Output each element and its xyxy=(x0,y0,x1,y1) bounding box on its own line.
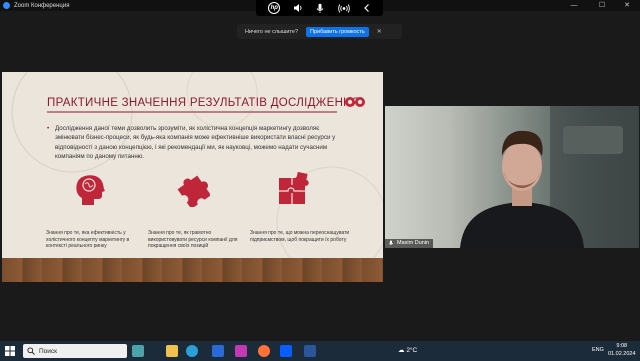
zoom-logo-icon xyxy=(3,2,10,9)
firefox-icon[interactable] xyxy=(258,345,270,357)
window-title: Zoom Конференция xyxy=(14,2,70,9)
puzzle-square-icon xyxy=(279,171,309,204)
slide-wood-floor xyxy=(2,258,383,282)
edge-browser-icon[interactable] xyxy=(186,345,198,357)
increase-volume-button[interactable]: Прибавить громкость xyxy=(306,26,369,37)
slide-title: ПРАКТИЧНЕ ЗНАЧЕННЯ РЕЗУЛЬТАТІВ ДОСЛІДЖЕН… xyxy=(47,97,361,109)
app-icon[interactable] xyxy=(235,345,247,357)
lighthouse-widget-icon[interactable] xyxy=(132,345,144,357)
participant-image xyxy=(460,106,639,248)
close-window-button[interactable]: ✕ xyxy=(614,0,640,11)
weather-temperature: 2°C xyxy=(406,347,418,354)
search-label: Поиск xyxy=(39,347,58,355)
participant-video[interactable]: Maxim Dunin xyxy=(385,106,639,248)
windows-start-icon[interactable] xyxy=(5,346,15,356)
slide-bullet-text: Дослідження даної теми дозволить зрозумі… xyxy=(47,124,347,161)
chevron-left-icon[interactable] xyxy=(363,3,371,13)
broadcast-icon[interactable] xyxy=(338,3,350,14)
file-explorer-icon[interactable] xyxy=(166,345,178,357)
hp-audio-overlay: hp xyxy=(256,0,383,16)
zoom-taskbar-icon[interactable] xyxy=(280,345,292,357)
store-icon[interactable] xyxy=(212,345,224,357)
slide-caption-1: Знання про те, яка ефективність у холіст… xyxy=(46,230,130,250)
audio-notification: Ничего не слышите? Прибавить громкость ✕ xyxy=(237,24,402,39)
participant-name: Maxim Dunin xyxy=(397,240,430,246)
minimize-button[interactable]: — xyxy=(561,0,587,11)
participant-name-tag: Maxim Dunin xyxy=(385,239,434,248)
clock-time: 9:08 xyxy=(616,343,628,349)
windows-taskbar: Поиск ☁ 2°C ENG 9:08 01.02.2024 xyxy=(0,341,640,361)
slide-caption-3: Знання про те, що можна переоснащувати п… xyxy=(250,230,350,243)
language-indicator[interactable]: ENG xyxy=(592,347,604,353)
speaker-icon[interactable] xyxy=(293,3,303,13)
notification-text: Ничего не слышите? xyxy=(245,28,299,35)
microphone-icon xyxy=(388,240,394,245)
search-icon xyxy=(27,347,35,355)
microphone-icon[interactable] xyxy=(315,3,325,14)
clock-date: 01.02.2024 xyxy=(608,350,636,357)
maximize-button[interactable]: ☐ xyxy=(589,0,615,11)
word-icon[interactable] xyxy=(304,345,316,357)
slide-caption-2: Знання про те, як грамотно використовува… xyxy=(148,230,238,250)
taskbar-search-box[interactable]: Поиск xyxy=(23,344,127,358)
puzzle-piece-icon xyxy=(177,175,210,207)
brain-head-icon xyxy=(76,175,105,205)
weather-widget[interactable]: ☁ 2°C xyxy=(398,346,417,354)
ribbon-logo-icon xyxy=(345,97,365,107)
shared-slide: ПРАКТИЧНЕ ЗНАЧЕННЯ РЕЗУЛЬТАТІВ ДОСЛІДЖЕН… xyxy=(2,72,383,282)
title-underline xyxy=(47,111,337,113)
taskbar-clock[interactable]: 9:08 01.02.2024 xyxy=(608,343,636,358)
hp-logo-icon: hp xyxy=(268,2,281,14)
close-icon[interactable]: ✕ xyxy=(377,28,382,35)
